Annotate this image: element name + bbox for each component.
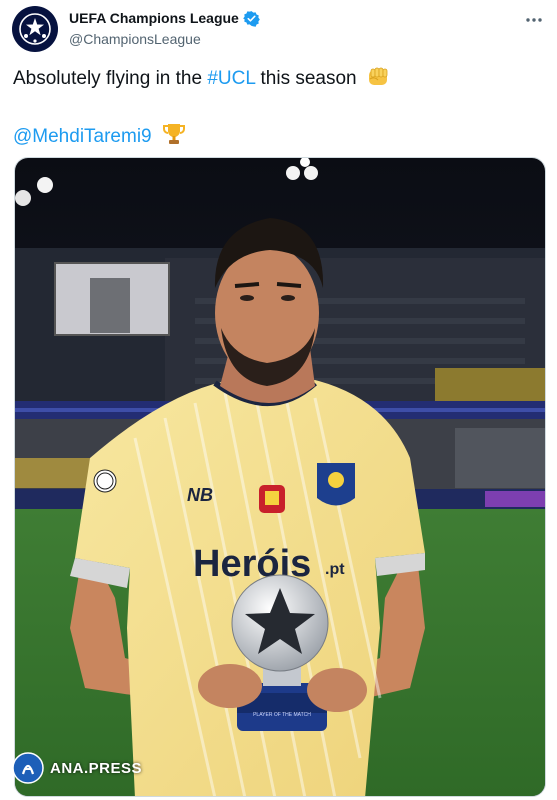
- shirt-sponsor-suffix: .pt: [325, 561, 345, 578]
- more-options-button[interactable]: [521, 11, 547, 29]
- trophy-plate: PLAYER OF THE MATCH: [253, 712, 311, 718]
- svg-text:NB: NB: [187, 485, 213, 505]
- mention-link[interactable]: @MehdiTaremi9: [13, 126, 152, 147]
- trophy-emoji-icon: [161, 122, 187, 154]
- nb-logo-icon: NB: [187, 485, 213, 505]
- ana-press-watermark: ANA.PRESS: [12, 752, 142, 784]
- tweet-text: Absolutely flying in the #UCL this seaso…: [13, 66, 543, 154]
- tweet-text-after: this season: [255, 68, 357, 89]
- ana-press-logo-icon: [12, 752, 44, 784]
- raised-fist-emoji-icon: [366, 66, 390, 96]
- account-avatar[interactable]: [12, 6, 58, 52]
- champions-league-starball-icon: [19, 13, 51, 45]
- more-horizontal-icon: [526, 18, 542, 22]
- display-name-row: UEFA Champions League: [69, 9, 260, 27]
- hashtag-link[interactable]: #UCL: [207, 68, 255, 89]
- watermark-text: ANA.PRESS: [50, 759, 143, 777]
- display-name[interactable]: UEFA Champions League: [69, 9, 239, 27]
- tweet-header: UEFA Champions League @ChampionsLeague: [12, 5, 547, 55]
- tweet-line-2: @MehdiTaremi9: [13, 122, 543, 154]
- account-handle[interactable]: @ChampionsLeague: [69, 30, 260, 48]
- tweet-text-before: Absolutely flying in the: [13, 68, 208, 89]
- tweet-line-1: Absolutely flying in the #UCL this seaso…: [13, 66, 543, 96]
- player-holding-trophy-photo: NB Heróis .pt PLAYER OF THE MATCH: [15, 158, 545, 796]
- account-names: UEFA Champions League @ChampionsLeague: [69, 9, 260, 48]
- verified-badge-icon: [242, 10, 260, 27]
- tweet-media-photo[interactable]: NB Heróis .pt PLAYER OF THE MATCH: [14, 157, 546, 797]
